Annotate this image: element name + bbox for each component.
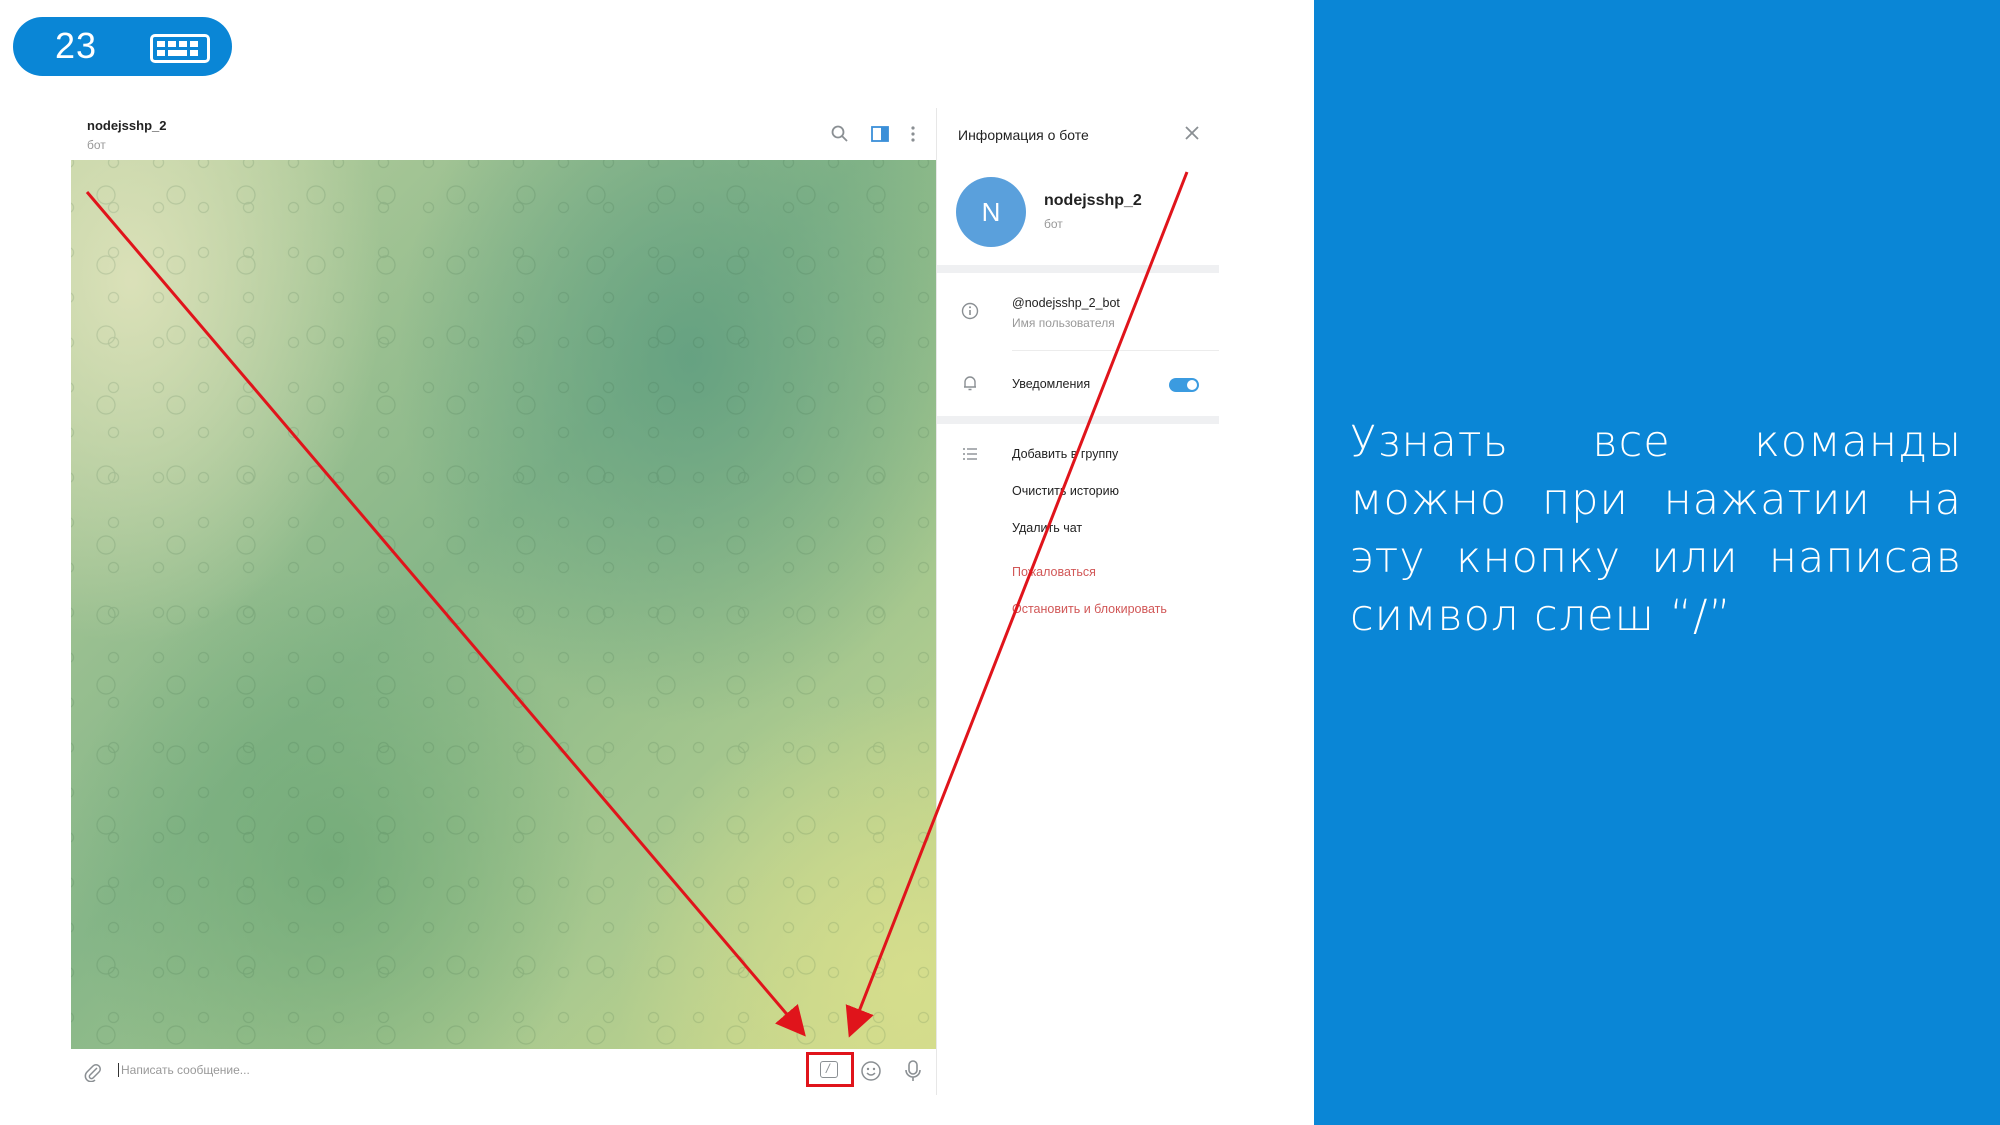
bot-commands-button[interactable]: / <box>806 1052 854 1087</box>
chat-wallpaper <box>71 160 936 1049</box>
list-icon <box>963 448 977 460</box>
action-add-to-group[interactable]: Добавить в группу <box>1012 447 1118 461</box>
chat-title[interactable]: nodejsshp_2 <box>87 118 166 133</box>
slide-number-badge: 23 <box>13 17 232 76</box>
bell-icon <box>964 376 976 391</box>
telegram-window: nodejsshp_2 бот Написать сообщение... / <box>71 108 1219 1095</box>
slash-command-icon: / <box>820 1061 838 1078</box>
wallpaper-pattern <box>71 160 936 1049</box>
explanation-text: Узнать все команды можно при нажатии на … <box>1350 417 1962 641</box>
bot-username[interactable]: @nodejsshp_2_bot <box>1012 296 1120 310</box>
sidebar-toggle-icon[interactable] <box>870 124 890 144</box>
bot-subtitle: бот <box>1044 217 1063 231</box>
action-delete-chat[interactable]: Удалить чат <box>1012 521 1082 535</box>
search-icon[interactable] <box>830 124 850 144</box>
notifications-toggle[interactable] <box>1169 378 1199 392</box>
divider <box>937 265 1219 273</box>
chat-header: nodejsshp_2 бот <box>71 108 936 160</box>
bot-info-panel: Информация о боте N nodejsshp_2 бот @nod… <box>936 108 1219 1095</box>
message-composer: Написать сообщение... / <box>71 1049 936 1095</box>
username-caption: Имя пользователя <box>1012 316 1115 330</box>
slide-number: 23 <box>55 25 98 66</box>
info-icon <box>961 302 979 320</box>
action-clear-history[interactable]: Очистить историю <box>1012 484 1119 498</box>
keyboard-icon <box>150 34 210 63</box>
chat-subtitle: бот <box>87 138 106 152</box>
divider <box>937 416 1219 424</box>
bot-name: nodejsshp_2 <box>1044 192 1142 209</box>
close-icon[interactable] <box>1184 125 1200 141</box>
divider <box>1012 350 1219 351</box>
action-stop-and-block[interactable]: Остановить и блокировать <box>1012 602 1167 616</box>
action-report[interactable]: Пожаловаться <box>1012 565 1096 579</box>
microphone-icon[interactable] <box>903 1059 923 1083</box>
slash-symbol: / <box>826 1061 830 1076</box>
avatar[interactable]: N <box>956 177 1026 247</box>
more-options-icon[interactable] <box>903 124 923 144</box>
message-input[interactable]: Написать сообщение... <box>118 1063 250 1077</box>
emoji-icon[interactable] <box>860 1060 882 1082</box>
notifications-label: Уведомления <box>1012 377 1091 391</box>
attach-icon[interactable] <box>83 1062 103 1082</box>
panel-title: Информация о боте <box>958 127 1089 143</box>
explanation-panel: Узнать все команды можно при нажатии на … <box>1314 0 2000 1125</box>
